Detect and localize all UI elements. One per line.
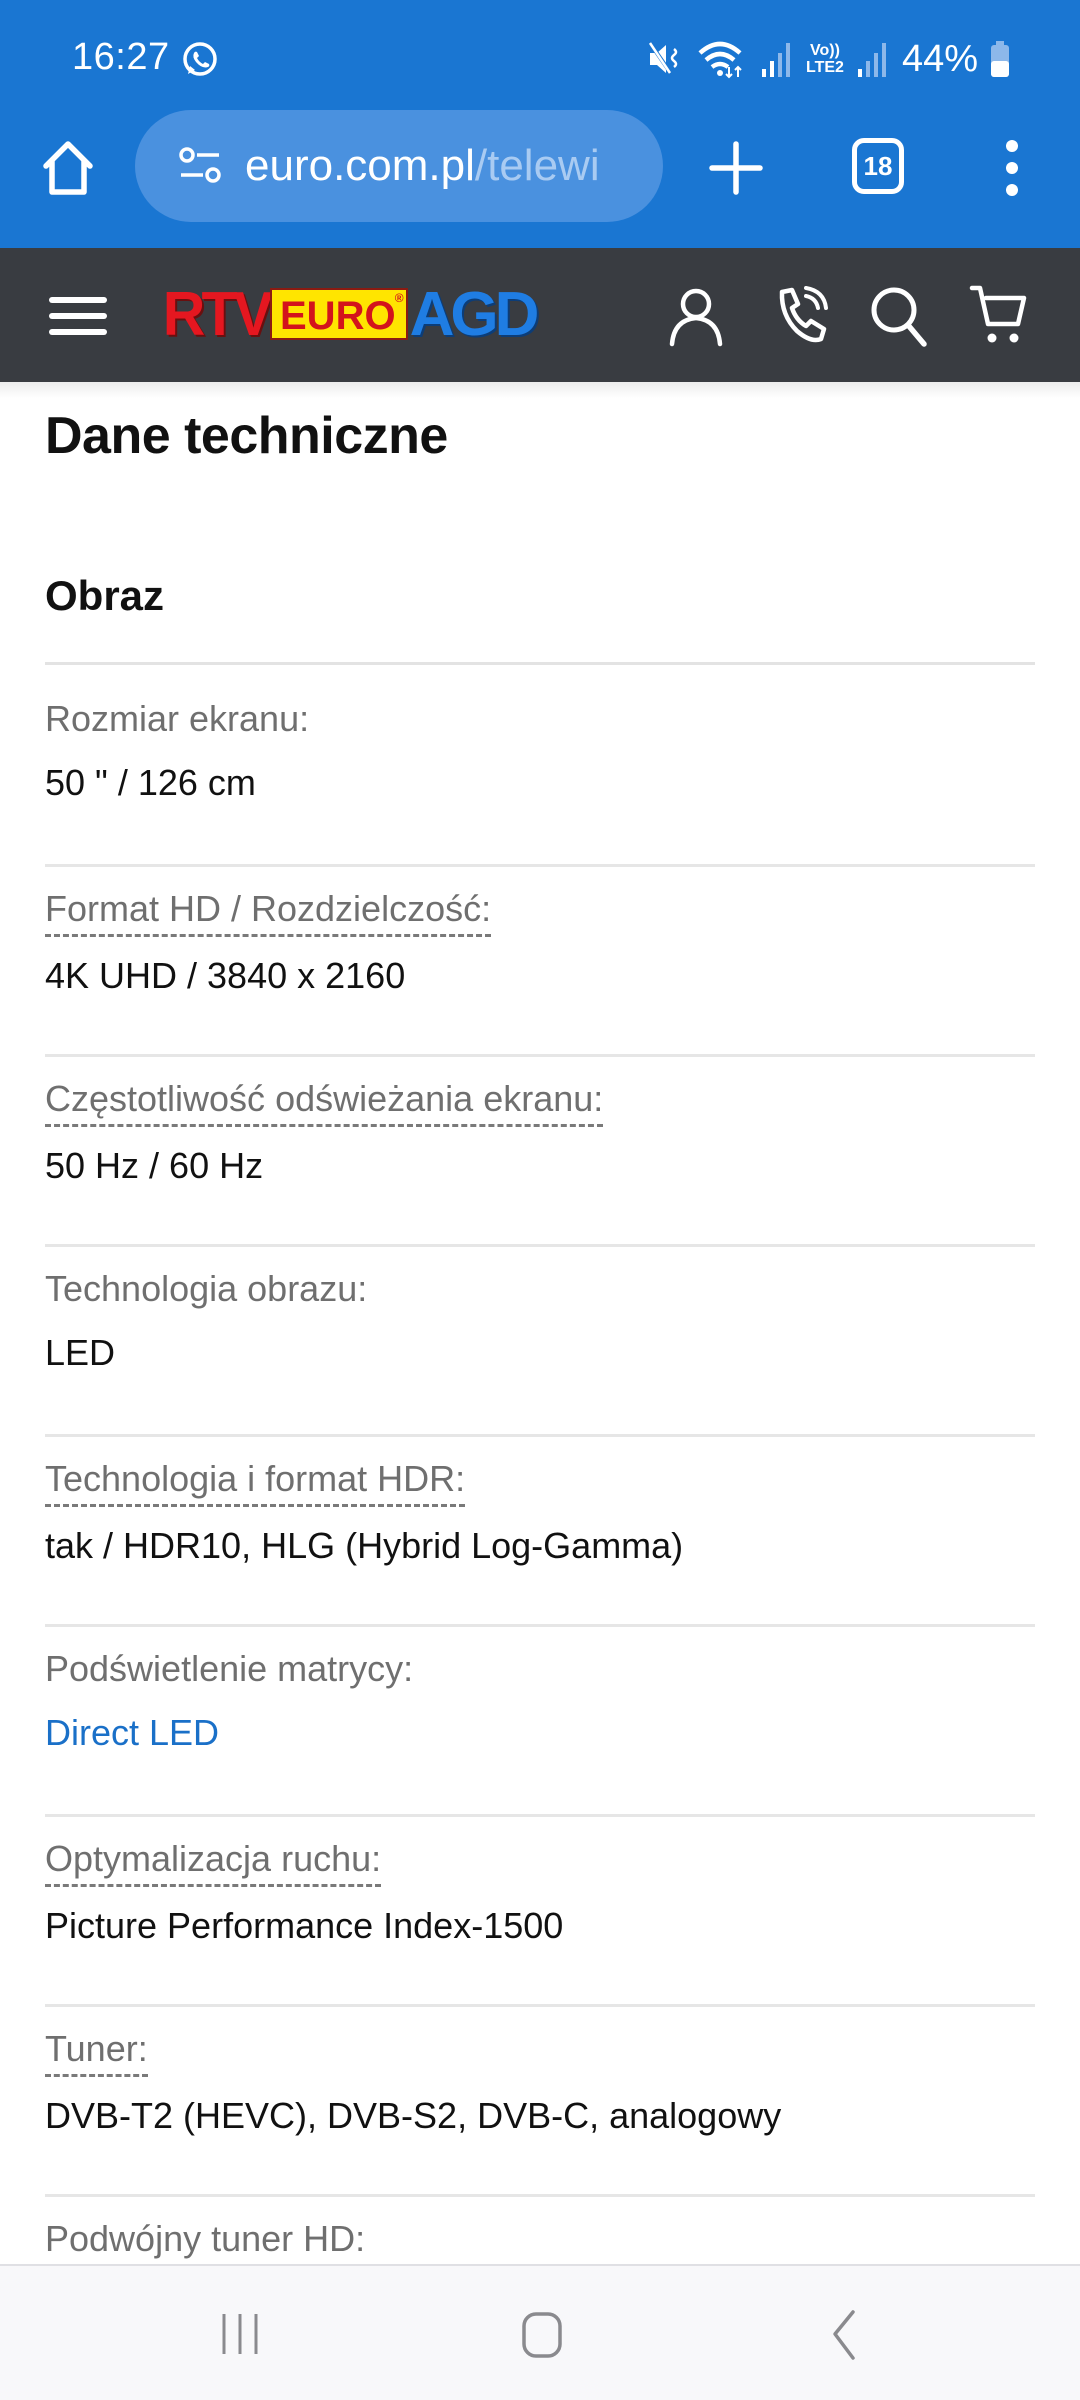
recent-apps-icon[interactable] — [210, 2304, 270, 2364]
battery-icon — [991, 41, 1009, 77]
spec-label: Podwójny tuner HD: — [45, 2218, 366, 2259]
spec-divider — [45, 2194, 1035, 2197]
url-domain: euro.com.pl — [245, 141, 475, 190]
browser-toolbar: euro.com.pl/telewi 18 — [0, 110, 1080, 226]
spec-value: DVB-T2 (HEVC), DVB-S2, DVB-C, analogowy — [45, 2095, 782, 2136]
logo-registered: ® — [394, 291, 404, 305]
home-nav-icon[interactable] — [512, 2304, 572, 2364]
browser-chrome: 16:27 Vo)) LTE2 44% euro.com.pl/telewi 1… — [0, 0, 1080, 248]
spec-row: Technologia i format HDR: tak / HDR10, H… — [45, 1458, 1035, 1627]
signal-icon — [762, 43, 790, 77]
mute-icon — [648, 41, 678, 77]
tech-specs-content: Dane techniczne Obraz Rozmiar ekranu: 50… — [0, 382, 1080, 2264]
spec-divider — [45, 1434, 1035, 1437]
spec-value: 4K UHD / 3840 x 2160 — [45, 955, 406, 996]
page-title: Dane techniczne — [45, 407, 448, 465]
spec-value-link-direct-led[interactable]: Direct LED — [45, 1712, 1035, 1754]
spec-row: Technologia obrazu: LED — [45, 1268, 1035, 1437]
spec-value: 50 " / 126 cm — [45, 762, 256, 803]
volte-label: Vo)) — [810, 42, 840, 59]
spec-label: Technologia obrazu: — [45, 1268, 368, 1309]
spec-value: tak / HDR10, HLG (Hybrid Log-Gamma) — [45, 1525, 684, 1566]
tabs-button[interactable]: 18 — [852, 138, 904, 194]
spec-row: Format HD / Rozdzielczość: 4K UHD / 3840… — [45, 888, 1035, 1057]
spec-label: Podświetlenie matrycy: — [45, 1648, 414, 1689]
logo-euro-text: EURO — [280, 294, 396, 338]
spec-row: Optymalizacja ruchu: Picture Performance… — [45, 1838, 1035, 2007]
site-settings-icon[interactable] — [177, 143, 223, 189]
phone-icon[interactable] — [768, 284, 832, 348]
spec-value: 50 Hz / 60 Hz — [45, 1145, 264, 1186]
more-menu-icon[interactable] — [1000, 138, 1024, 198]
status-time: 16:27 — [72, 36, 170, 78]
site-logo[interactable]: RTV EURO ® AGD — [160, 280, 540, 349]
new-tab-icon[interactable] — [708, 140, 764, 196]
spec-row: Podwójny tuner HD: — [45, 2218, 1035, 2264]
wifi-icon — [698, 41, 742, 79]
lte2-label: LTE2 — [806, 59, 844, 76]
volte-lte2-icon: Vo)) LTE2 — [806, 42, 844, 76]
url-text[interactable]: euro.com.pl/telewi — [245, 141, 600, 191]
status-icons: Vo)) LTE2 44% — [648, 36, 1010, 82]
spec-row: Rozmiar ekranu: 50 " / 126 cm — [45, 698, 1035, 867]
site-header: RTV EURO ® AGD — [0, 248, 1080, 382]
logo-rtv: RTV — [162, 279, 273, 349]
spec-label-tooltip[interactable]: Częstotliwość odświeżania ekranu: — [45, 1078, 604, 1127]
hamburger-menu-icon[interactable] — [48, 296, 108, 336]
spec-label-tooltip[interactable]: Optymalizacja ruchu: — [45, 1838, 382, 1887]
url-path: /telewi — [474, 141, 600, 190]
spec-row: Częstotliwość odświeżania ekranu: 50 Hz … — [45, 1078, 1035, 1247]
whatsapp-icon — [183, 42, 217, 76]
home-icon[interactable] — [38, 138, 98, 198]
spec-value: Picture Performance Index-1500 — [45, 1905, 564, 1946]
spec-divider — [45, 1244, 1035, 1247]
status-bar: 16:27 Vo)) LTE2 44% — [0, 0, 1080, 120]
spec-row: Tuner: DVB-T2 (HEVC), DVB-S2, DVB-C, ana… — [45, 2028, 1035, 2197]
spec-label: Rozmiar ekranu: — [45, 698, 310, 739]
signal-icon-2 — [857, 43, 886, 77]
logo-euro: EURO ® — [270, 288, 408, 340]
spec-divider — [45, 1054, 1035, 1057]
section-divider — [45, 662, 1035, 665]
account-icon[interactable] — [664, 284, 728, 348]
spec-divider — [45, 2004, 1035, 2007]
spec-row: Podświetlenie matrycy: Direct LED — [45, 1648, 1035, 1817]
spec-divider — [45, 1624, 1035, 1627]
search-icon[interactable] — [866, 284, 930, 348]
header-shadow — [0, 382, 1080, 398]
spec-label-tooltip[interactable]: Format HD / Rozdzielczość: — [45, 888, 492, 937]
spec-divider — [45, 864, 1035, 867]
tab-count: 18 — [863, 150, 893, 181]
spec-divider — [45, 1814, 1035, 1817]
address-bar[interactable]: euro.com.pl/telewi — [135, 110, 663, 222]
section-title-obraz: Obraz — [45, 572, 165, 619]
cart-icon[interactable] — [968, 284, 1032, 348]
battery-percent: 44% — [901, 37, 978, 80]
spec-label-tooltip[interactable]: Technologia i format HDR: — [45, 1458, 466, 1507]
system-nav-bar — [0, 2264, 1080, 2400]
spec-label-tooltip[interactable]: Tuner: — [45, 2028, 148, 2077]
logo-agd: AGD — [409, 279, 540, 349]
spec-value: LED — [45, 1332, 116, 1373]
back-icon[interactable] — [815, 2304, 875, 2364]
